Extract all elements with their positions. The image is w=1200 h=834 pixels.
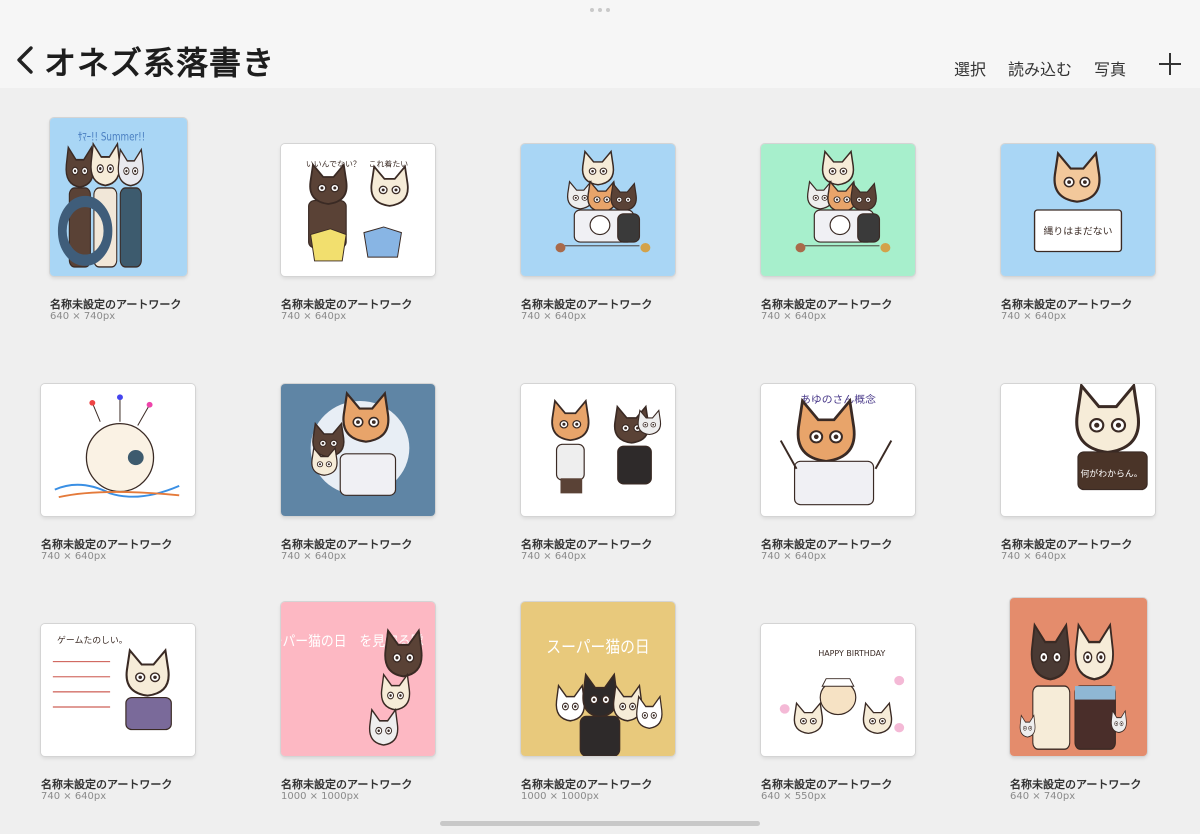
- artwork-size: 740 × 640px: [281, 311, 347, 322]
- artwork-name: 名称未設定のアートワーク: [521, 538, 653, 551]
- stacked-cats-art-icon[interactable]: [761, 144, 915, 276]
- svg-text:ゲームたのしい。: ゲームたのしい。: [57, 634, 128, 646]
- cat-waving-art-icon[interactable]: あゆのさん概念: [761, 384, 915, 516]
- artwork-name: 名称未設定のアートワーク: [281, 298, 413, 311]
- artwork-name: 名称未設定のアートワーク: [41, 538, 173, 551]
- artwork-name: 名称未設定のアートワーク: [50, 298, 182, 311]
- artwork-size: 740 × 640px: [1001, 311, 1067, 322]
- dog-sign-art-icon[interactable]: 縄りはまだない: [1001, 144, 1155, 276]
- artwork-name: 名称未設定のアートワーク: [41, 778, 173, 791]
- artwork-size: 740 × 640px: [281, 551, 347, 562]
- artwork-grid: ｻﾏｰ!! Summer!! 名称未設定のアートワーク 640 × 740px いい…: [0, 88, 1200, 834]
- toolbar-actions: 選択 読み込む 写真: [0, 56, 1200, 79]
- artwork-name: 名称未設定のアートワーク: [281, 538, 413, 551]
- cat-sign-art-icon[interactable]: 何がわからん。: [1001, 384, 1155, 516]
- artwork-name: 名称未設定のアートワーク: [281, 778, 413, 791]
- artwork-size: 640 × 740px: [1010, 791, 1076, 802]
- artwork-size: 640 × 740px: [50, 311, 116, 322]
- summer-art-icon[interactable]: ｻﾏｰ!! Summer!!: [50, 118, 187, 276]
- svg-text:縄りはまだない: 縄りはまだない: [1043, 226, 1112, 238]
- artwork-name: 名称未設定のアートワーク: [761, 298, 893, 311]
- artwork-name: 名称未設定のアートワーク: [521, 298, 653, 311]
- svg-text:いいんでない？ これ着たい: いいんでない？ これ着たい: [306, 159, 409, 169]
- home-indicator: [440, 821, 760, 826]
- artwork-name: 名称未設定のアートワーク: [1001, 538, 1133, 551]
- artwork-size: 740 × 640px: [41, 551, 107, 562]
- cat-day-party-art-icon[interactable]: スーパー猫の日: [521, 602, 675, 756]
- artwork-name: 名称未設定のアートワーク: [1010, 778, 1142, 791]
- artwork-size: 640 × 550px: [761, 791, 827, 802]
- clothes-art-icon[interactable]: いいんでない？ これ着たい: [281, 144, 435, 276]
- svg-text:あゆのさん概念: あゆのさん概念: [800, 393, 876, 406]
- artwork-name: 名称未設定のアートワーク: [1001, 298, 1133, 311]
- artwork-size: 740 × 640px: [41, 791, 107, 802]
- artwork-name: 名称未設定のアートワーク: [521, 778, 653, 791]
- hedgehog-art-icon[interactable]: [41, 384, 195, 516]
- photo-button[interactable]: 写真: [1094, 56, 1126, 80]
- artwork-size: 740 × 640px: [761, 311, 827, 322]
- artwork-size: 740 × 640px: [1001, 551, 1067, 562]
- import-button[interactable]: 読み込む: [1008, 56, 1072, 80]
- new-artwork-plus-icon[interactable]: [1159, 53, 1181, 75]
- cat-day-art-icon[interactable]: スーパー猫の日 を見守る隊: [281, 602, 435, 756]
- artwork-size: 740 × 640px: [761, 551, 827, 562]
- svg-text:何がわからん。: 何がわからん。: [1081, 468, 1143, 480]
- navigation-bar: オネズ系落書き 選択 読み込む 写真: [0, 0, 1200, 88]
- svg-text:HAPPY BIRTHDAY: HAPPY BIRTHDAY: [818, 649, 885, 658]
- cat-gaming-art-icon[interactable]: ゲームたのしい。: [41, 624, 195, 756]
- select-button[interactable]: 選択: [954, 56, 986, 80]
- artwork-size: 1000 × 1000px: [281, 791, 359, 802]
- artwork-size: 1000 × 1000px: [521, 791, 599, 802]
- svg-text:スーパー猫の日: スーパー猫の日: [546, 637, 649, 657]
- multitasking-grabber[interactable]: [588, 8, 612, 14]
- artwork-size: 740 × 640px: [521, 311, 587, 322]
- cat-crowd-art-icon[interactable]: [281, 384, 435, 516]
- cat-dog-portrait-art-icon[interactable]: [1010, 598, 1147, 756]
- artwork-size: 740 × 640px: [521, 551, 587, 562]
- artwork-name: 名称未設定のアートワーク: [761, 538, 893, 551]
- artwork-name: 名称未設定のアートワーク: [761, 778, 893, 791]
- svg-text:ｻﾏｰ!! Summer!!: ｻﾏｰ!! Summer!!: [78, 131, 145, 144]
- cats-standing-art-icon[interactable]: [521, 384, 675, 516]
- stacked-cats-art-icon[interactable]: [521, 144, 675, 276]
- birthday-art-icon[interactable]: HAPPY BIRTHDAY: [761, 624, 915, 756]
